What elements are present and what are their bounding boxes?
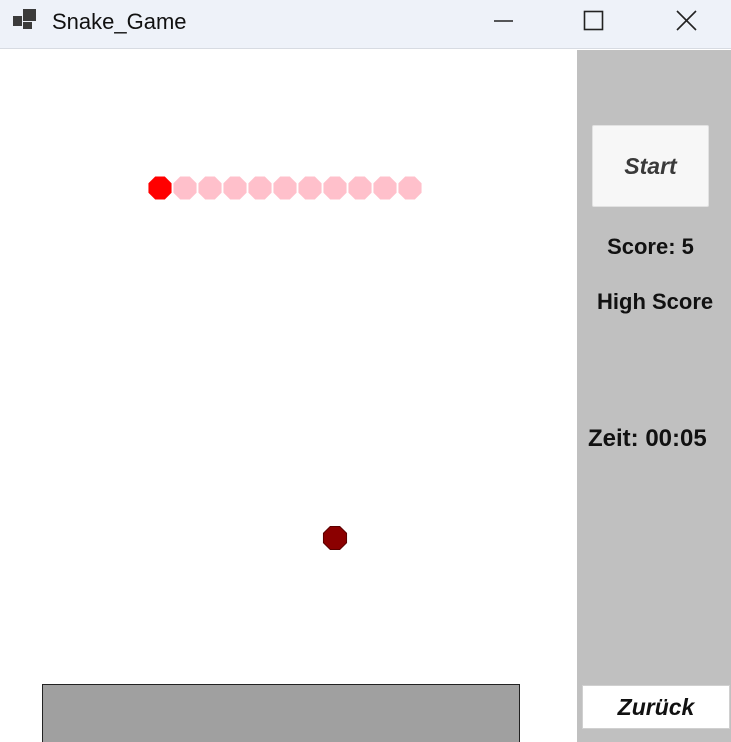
snake-segment — [348, 176, 372, 200]
game-canvas — [148, 176, 422, 551]
window-title: Snake_Game — [52, 9, 187, 34]
minimize-button[interactable] — [480, 0, 526, 44]
high-score-label: High Score — [597, 289, 714, 314]
title-bar[interactable]: Snake_Game — [0, 0, 731, 49]
bottom-bar — [42, 684, 520, 742]
snake-segment — [373, 176, 397, 200]
snake-segment — [273, 176, 297, 200]
time-label: Zeit: 00:05 — [588, 425, 707, 452]
snake-segment — [173, 176, 197, 200]
game-board[interactable] — [0, 50, 577, 742]
snake-segment — [298, 176, 322, 200]
score-label: Score: 5 — [607, 234, 694, 259]
snake-game-window: Snake_Game Start Score: 5 High Score Zei… — [0, 0, 731, 742]
window-stack-icon — [12, 8, 38, 32]
snake-segment — [398, 176, 422, 200]
minimize-icon — [494, 20, 513, 22]
snake-segment — [223, 176, 247, 200]
start-button[interactable]: Start — [592, 125, 709, 207]
close-icon — [676, 10, 697, 31]
snake-segment — [198, 176, 222, 200]
back-button[interactable]: Zurück — [582, 685, 730, 729]
maximize-icon — [583, 10, 604, 31]
snake-head — [148, 176, 172, 200]
maximize-button[interactable] — [571, 0, 617, 44]
snake-segment — [248, 176, 272, 200]
close-button[interactable] — [664, 0, 710, 44]
side-panel: Start Score: 5 High Score Zeit: 00:05 Zu… — [577, 50, 731, 742]
snake-segment — [323, 176, 347, 200]
food-item — [322, 525, 348, 551]
